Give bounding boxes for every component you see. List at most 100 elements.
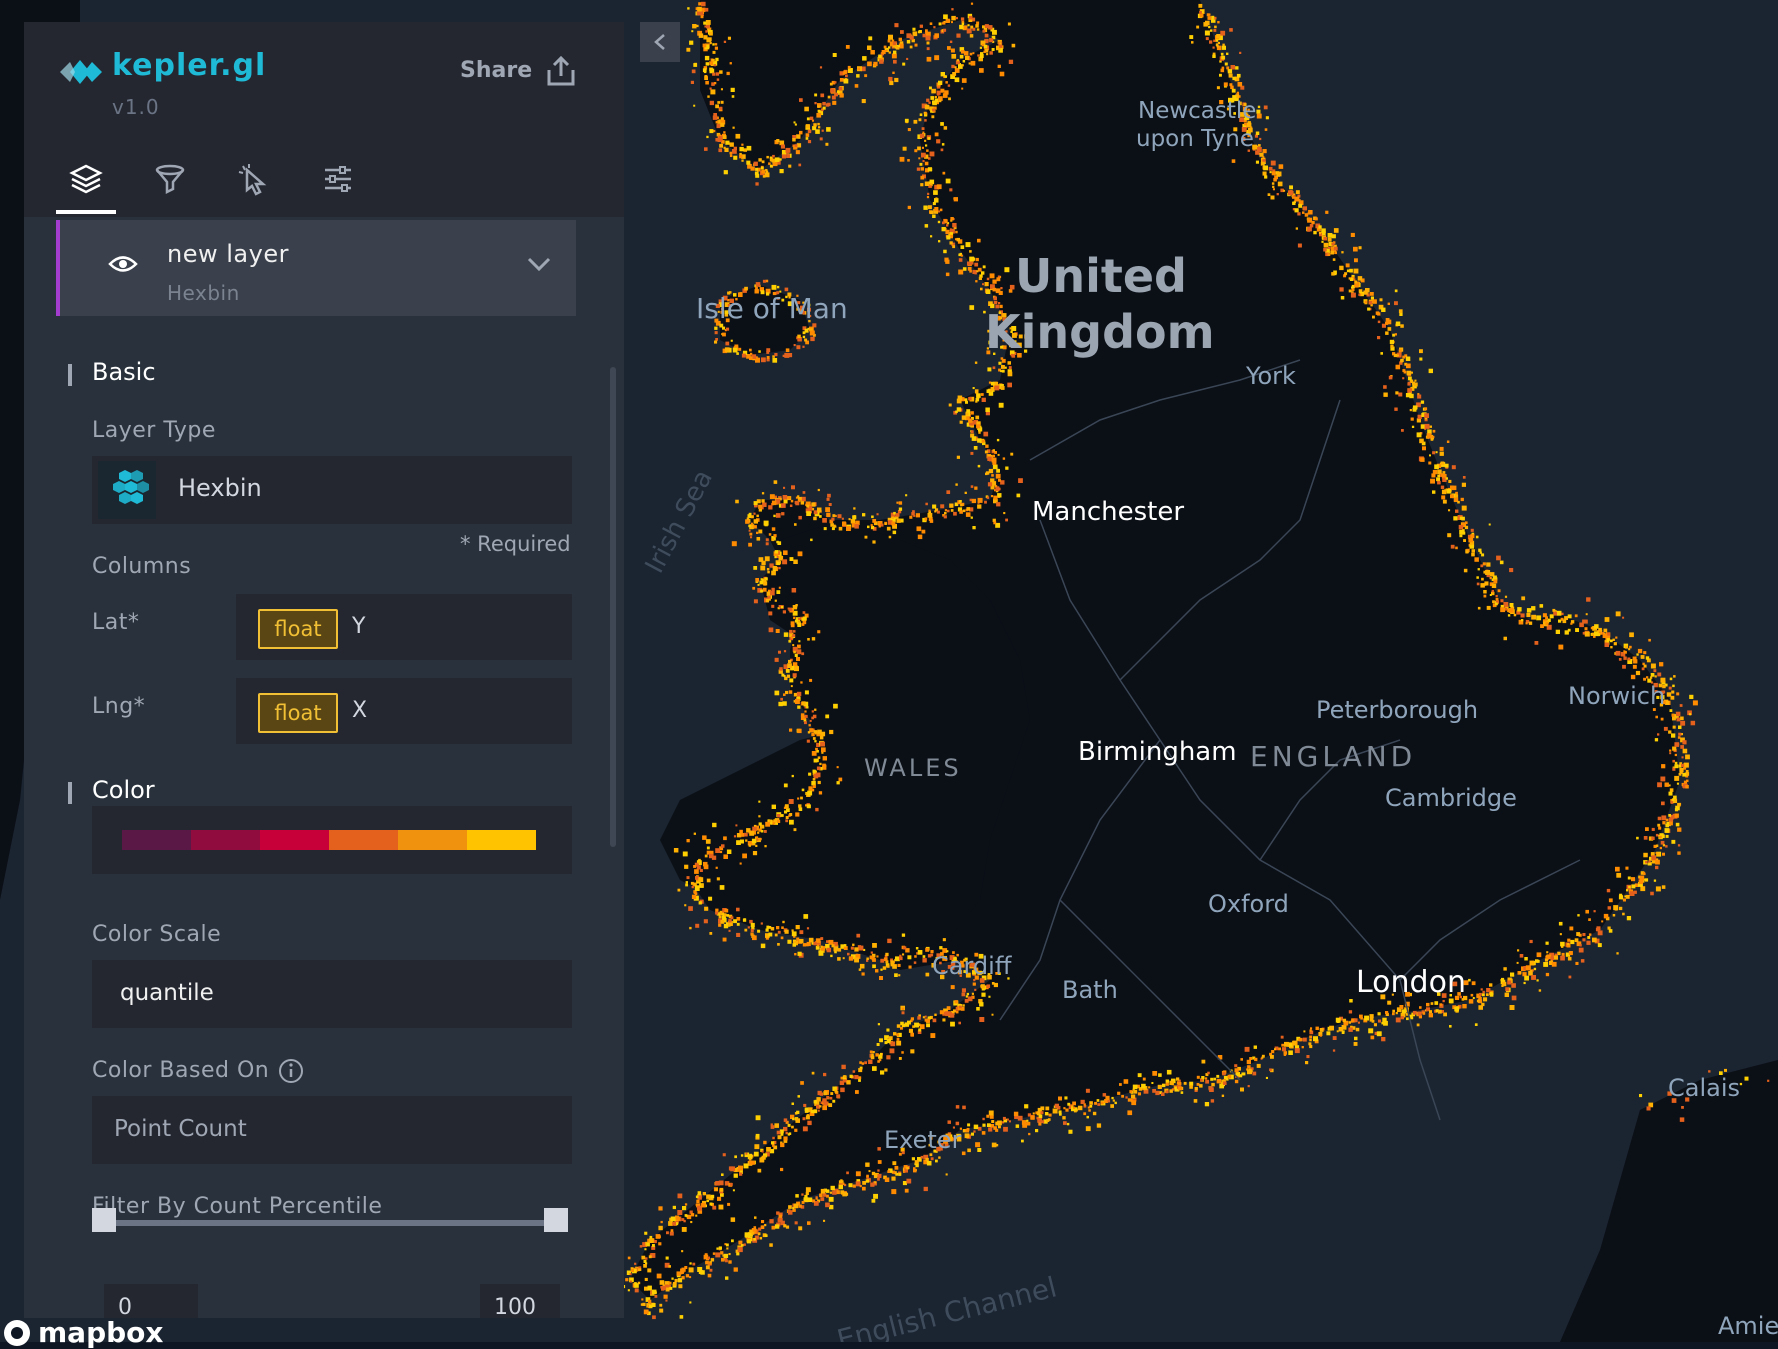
info-icon[interactable]: [278, 1058, 304, 1084]
percentile-min-input[interactable]: 0: [104, 1284, 198, 1318]
hexbin-cell: [689, 1301, 692, 1304]
hexbin-cell: [1439, 446, 1444, 451]
hexbin-cell: [921, 127, 925, 131]
hexbin-cell: [715, 338, 718, 341]
hexbin-cell: [795, 501, 800, 506]
percentile-slider-max-handle[interactable]: [544, 1208, 568, 1232]
hexbin-cell: [1509, 603, 1514, 607]
hexbin-cell: [1669, 821, 1673, 826]
hexbin-cell: [1646, 676, 1649, 679]
hexbin-cell: [1246, 1059, 1251, 1065]
tab-interactions[interactable]: [224, 154, 284, 204]
mapbox-attribution[interactable]: mapbox: [2, 1316, 163, 1349]
hexbin-cell: [1305, 1061, 1309, 1065]
hexbin-cell: [878, 54, 882, 58]
hexbin-cell: [975, 415, 980, 420]
hexbin-cell: [1657, 816, 1662, 821]
hexbin-cell: [1412, 1010, 1417, 1015]
tab-filters[interactable]: [140, 154, 200, 204]
hexbin-cell: [746, 145, 752, 151]
hexbin-cell: [1327, 237, 1332, 242]
hexbin-cell: [1582, 938, 1586, 942]
lat-column-select[interactable]: float Y: [236, 594, 572, 660]
hexbin-cell: [763, 579, 766, 582]
hexbin-cell: [970, 1132, 974, 1136]
hexbin-cell: [1383, 392, 1388, 397]
hexbin-cell: [1216, 1078, 1222, 1084]
hexbin-cell: [686, 839, 690, 843]
hexbin-cell: [1627, 876, 1631, 880]
layer-name[interactable]: new layer: [167, 240, 289, 268]
section-basic-title[interactable]: Basic: [92, 358, 156, 386]
hexbin-cell: [674, 1278, 678, 1283]
percentile-max-input[interactable]: 100: [480, 1284, 560, 1318]
panel-scrollbar[interactable]: [610, 367, 616, 847]
hexbin-cell: [753, 566, 758, 570]
color-based-on-select[interactable]: Point Count: [92, 1096, 572, 1164]
hexbin-cell: [707, 1273, 712, 1278]
hexbin-cell: [956, 33, 961, 38]
hexbin-cell: [888, 51, 891, 54]
hexbin-cell: [768, 819, 772, 823]
hexbin-cell: [1671, 690, 1675, 694]
hexbin-cell: [987, 367, 992, 372]
hexbin-cell: [731, 1239, 734, 1243]
hexbin-cell: [1089, 1101, 1093, 1105]
hexbin-cell: [1480, 564, 1484, 568]
hexbin-cell: [785, 819, 789, 823]
hexbin-cell: [758, 504, 763, 509]
hexbin-cell: [901, 1011, 905, 1015]
lng-label: Lng*: [92, 694, 146, 719]
hexbin-cell: [981, 1131, 986, 1135]
hexbin-cell: [729, 62, 732, 65]
hexbin-cell: [805, 1187, 811, 1193]
hexbin-cell: [870, 524, 873, 527]
hexbin-cell: [810, 538, 813, 542]
hexbin-cell: [802, 616, 807, 621]
tab-layers[interactable]: [56, 154, 116, 204]
hexbin-cell: [856, 933, 861, 938]
hexbin-cell: [754, 1216, 757, 1219]
hexbin-cell: [1375, 311, 1380, 315]
color-palette-swatch[interactable]: [122, 830, 536, 850]
label-london: London: [1356, 965, 1466, 1000]
label-country-2: Kingdom: [985, 305, 1215, 359]
share-icon[interactable]: [544, 54, 578, 88]
hexbin-cell: [1216, 1074, 1220, 1078]
lng-column-select[interactable]: float X: [236, 678, 572, 744]
chevron-down-icon[interactable]: [526, 256, 552, 272]
hexbin-cell: [859, 1185, 862, 1188]
hexbin-cell: [858, 1076, 862, 1080]
hexbin-cell: [704, 7, 709, 12]
hexbin-cell: [816, 750, 819, 753]
layer-type-select[interactable]: Hexbin: [92, 456, 572, 524]
hexbin-cell: [996, 438, 1000, 442]
hexbin-cell: [964, 51, 969, 56]
hexbin-cell: [809, 719, 812, 722]
percentile-slider-track[interactable]: [104, 1220, 556, 1226]
hexbin-cell: [1453, 516, 1458, 521]
hexbin-cell: [1476, 576, 1479, 579]
hexbin-cell: [1675, 822, 1680, 827]
layer-panel-header[interactable]: new layer Hexbin: [56, 220, 576, 316]
hexbin-cell: [761, 1220, 765, 1224]
hexbin-cell: [823, 1193, 827, 1197]
hexbin-cell: [709, 1268, 713, 1272]
hexbin-cell: [1217, 21, 1220, 24]
collapse-panel-button[interactable]: [640, 22, 680, 62]
hexbin-cell: [1387, 1000, 1392, 1005]
section-color-title[interactable]: Color: [92, 776, 155, 804]
hexbin-cell: [1616, 952, 1619, 955]
hexbin-cell: [1655, 859, 1660, 865]
share-button[interactable]: Share: [460, 58, 532, 83]
hexbin-cell: [938, 240, 941, 243]
percentile-slider-min-handle[interactable]: [92, 1208, 116, 1232]
hexbin-cell: [982, 265, 986, 269]
eye-icon[interactable]: [108, 253, 138, 275]
hexbin-cell: [1436, 477, 1440, 482]
tab-map-settings[interactable]: [308, 154, 368, 204]
hexbin-cell: [666, 1231, 669, 1235]
hexbin-cell: [841, 517, 844, 520]
color-scale-select[interactable]: quantile: [92, 960, 572, 1028]
hexbin-cell: [1234, 1068, 1239, 1073]
